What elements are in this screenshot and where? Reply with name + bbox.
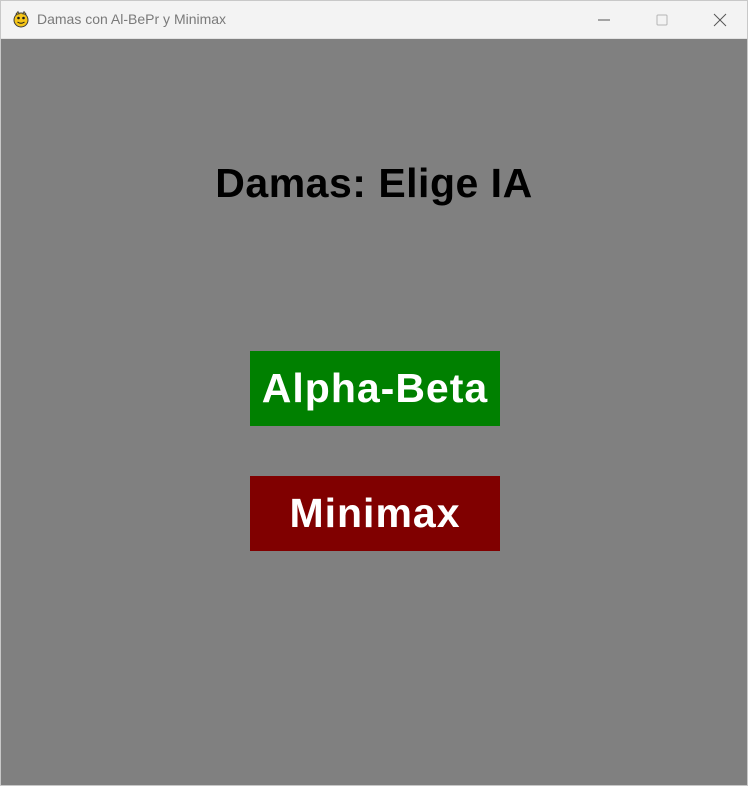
minimize-button[interactable] [575,1,633,38]
window-title: Damas con Al-BePr y Minimax [37,11,227,27]
close-button[interactable] [691,1,748,38]
maximize-button[interactable] [633,1,691,38]
minimax-button[interactable]: Minimax [250,476,500,551]
app-window: Damas con Al-BePr y Minimax Damas: Elige… [0,0,748,786]
minimize-icon [598,19,610,21]
game-canvas: Damas: Elige IA Alpha-Beta Minimax [1,39,747,785]
minimax-label: Minimax [289,490,461,536]
close-icon [713,13,727,27]
menu-title: Damas: Elige IA [215,160,533,206]
alpha-beta-label: Alpha-Beta [261,365,489,411]
pygame-snake-icon [12,10,30,28]
maximize-icon [656,14,668,26]
title-bar[interactable]: Damas con Al-BePr y Minimax [1,1,747,39]
alpha-beta-button[interactable]: Alpha-Beta [250,351,500,426]
